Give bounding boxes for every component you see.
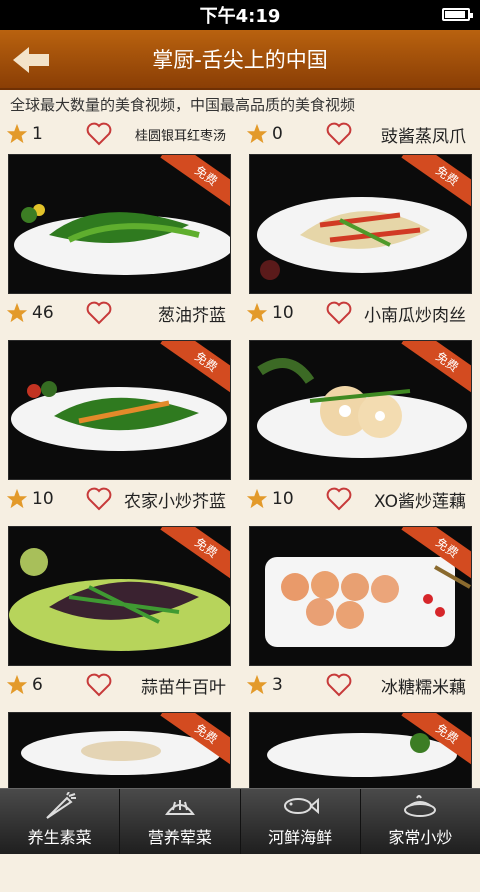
recipe-card[interactable]: 免费 6 蒜苗牛百叶: [0, 520, 240, 706]
tab-meat[interactable]: 营养荤菜: [120, 789, 241, 854]
heart-icon[interactable]: [86, 487, 112, 511]
heart-icon[interactable]: [86, 122, 112, 146]
carrot-icon: [45, 792, 76, 819]
recipe-stats: 3 冰糖糯米藕: [240, 666, 480, 704]
star-icon: [6, 123, 28, 144]
like-count: 0: [272, 124, 283, 144]
tab-seafood[interactable]: 河鲜海鲜: [241, 789, 361, 854]
star-icon: [6, 674, 28, 695]
tagline: 全球最大数量的美食视频，中国最高品质的美食视频: [10, 96, 356, 114]
dish-image[interactable]: 免费: [8, 340, 231, 480]
battery-icon: [442, 8, 473, 21]
tab-label: 营养荤菜: [147, 828, 212, 847]
like-count: 46: [32, 303, 54, 323]
recipe-name: 豉酱蒸凤爪: [381, 126, 466, 147]
recipe-name: 葱油芥蓝: [158, 305, 226, 326]
like-count: 3: [272, 675, 283, 695]
page-title: 掌厨-舌尖上的中国: [152, 48, 328, 72]
like-count: 10: [32, 489, 54, 509]
dish-image[interactable]: 免费: [249, 340, 472, 480]
like-count: 10: [272, 303, 294, 323]
tab-vegetarian[interactable]: 养生素菜: [0, 789, 121, 854]
dish-image[interactable]: 免费: [249, 526, 472, 666]
recipe-card[interactable]: 免费 10 XO酱炒莲藕: [240, 334, 480, 520]
recipe-stats: 10 小南瓜炒肉丝: [240, 294, 480, 332]
pot-icon: [404, 795, 437, 817]
status-time: 下午4:19: [199, 6, 281, 27]
back-button[interactable]: [8, 40, 54, 80]
meat-icon: [164, 800, 195, 815]
recipe-item[interactable]: 0 豉酱蒸凤爪: [240, 120, 480, 148]
recipe-name: XO酱炒莲藕: [374, 491, 466, 512]
recipe-grid: 免费 46 葱油芥蓝 免费 10 小南瓜炒肉丝 免费 10 农家小炒芥蓝 免费 …: [0, 148, 480, 892]
like-count: 10: [272, 489, 294, 509]
recipe-stats: 46 葱油芥蓝: [0, 294, 240, 332]
recipe-stats: 10 XO酱炒莲藕: [240, 480, 480, 518]
star-icon: [246, 674, 268, 695]
like-count: 6: [32, 675, 43, 695]
tab-label: 家常小炒: [388, 828, 453, 847]
star-icon: [6, 302, 28, 323]
recipe-stats: 10 农家小炒芥蓝: [0, 480, 240, 518]
bottom-nav: 养生素菜 营养荤菜 河鲜海鲜 家常小炒: [0, 788, 480, 854]
heart-icon[interactable]: [86, 673, 112, 697]
star-icon: [246, 302, 268, 323]
heart-icon[interactable]: [326, 122, 352, 146]
recipe-stats: 6 蒜苗牛百叶: [0, 666, 240, 704]
dish-image[interactable]: 免费: [249, 154, 472, 294]
recipe-name: 蒜苗牛百叶: [141, 677, 226, 698]
recipe-card[interactable]: 免费 10 小南瓜炒肉丝: [240, 148, 480, 334]
star-icon: [246, 123, 268, 144]
recipe-card[interactable]: 免费 10 农家小炒芥蓝: [0, 334, 240, 520]
dish-image[interactable]: 免费: [8, 526, 231, 666]
status-bar: 下午4:19: [0, 0, 480, 30]
recipe-item[interactable]: 1 桂圆银耳红枣汤: [0, 120, 240, 148]
heart-icon[interactable]: [326, 487, 352, 511]
recipe-name: 桂圆银耳红枣汤: [134, 128, 226, 144]
recipe-name: 农家小炒芥蓝: [124, 491, 226, 512]
star-icon: [246, 488, 268, 509]
top-recipe-row: 1 桂圆银耳红枣汤 0 豉酱蒸凤爪: [0, 120, 480, 148]
heart-icon[interactable]: [86, 301, 112, 325]
like-count: 1: [32, 124, 43, 144]
nav-bar: 掌厨-舌尖上的中国: [0, 30, 480, 90]
fish-icon: [284, 797, 320, 815]
recipe-name: 小南瓜炒肉丝: [364, 305, 466, 326]
tab-label: 养生素菜: [27, 828, 92, 847]
dish-image[interactable]: 免费: [8, 154, 231, 294]
heart-icon[interactable]: [326, 673, 352, 697]
recipe-name: 冰糖糯米藕: [381, 677, 466, 698]
recipe-card[interactable]: 免费 46 葱油芥蓝: [0, 148, 240, 334]
tab-home-cooking[interactable]: 家常小炒: [361, 789, 480, 854]
tab-label: 河鲜海鲜: [268, 828, 333, 847]
back-arrow-icon: [13, 47, 49, 73]
star-icon: [6, 488, 28, 509]
heart-icon[interactable]: [326, 301, 352, 325]
recipe-card[interactable]: 免费 3 冰糖糯米藕: [240, 520, 480, 706]
